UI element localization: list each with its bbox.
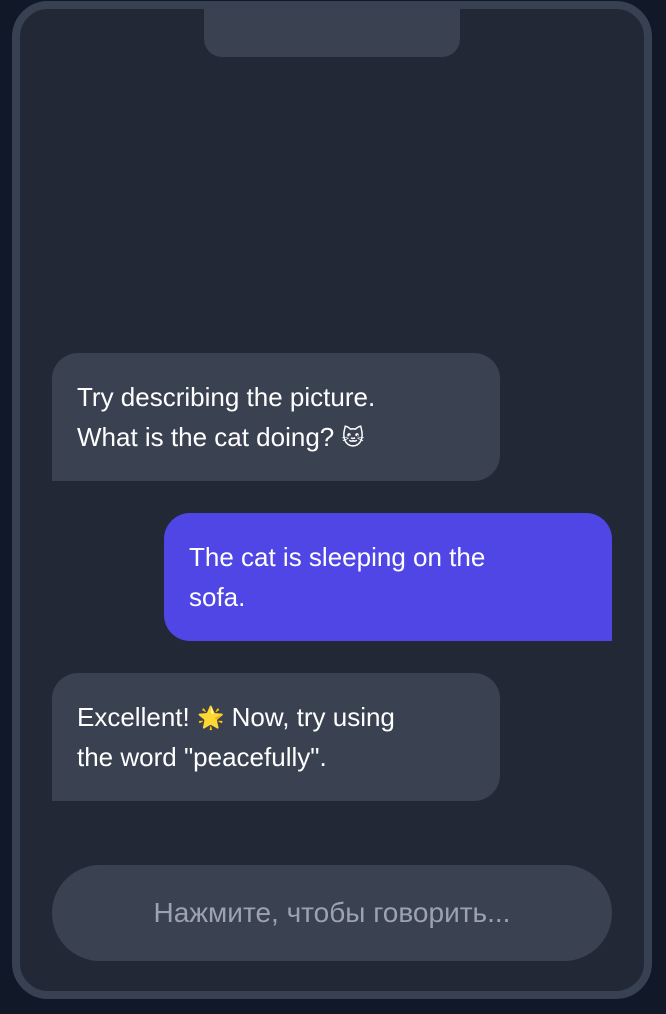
message-text: sofa. — [189, 582, 246, 612]
user-message-bubble: The cat is sleeping on the sofa. — [164, 513, 612, 641]
bot-message-bubble: Try describing the picture. What is the … — [52, 353, 500, 481]
phone-notch — [204, 9, 460, 57]
message-text: the word "peacefully". — [77, 742, 327, 772]
bot-message-bubble: Excellent! 🌟 Now, try using the word "pe… — [52, 673, 500, 801]
message-text: What is the cat doing? — [77, 422, 335, 452]
cat-face-icon: 🐱 — [341, 425, 365, 450]
phone-frame: Try describing the picture. What is the … — [12, 1, 652, 999]
message-text: Try describing the picture. — [77, 382, 376, 412]
message-text: Excellent! — [77, 702, 190, 732]
glowing-star-icon: 🌟 — [196, 705, 225, 730]
message-text: Now, try using — [231, 702, 395, 732]
push-to-talk-button[interactable]: Нажмите, чтобы говорить... — [52, 865, 612, 961]
message-text: The cat is sleeping on the — [189, 542, 486, 572]
push-to-talk-label: Нажмите, чтобы говорить... — [153, 897, 511, 928]
